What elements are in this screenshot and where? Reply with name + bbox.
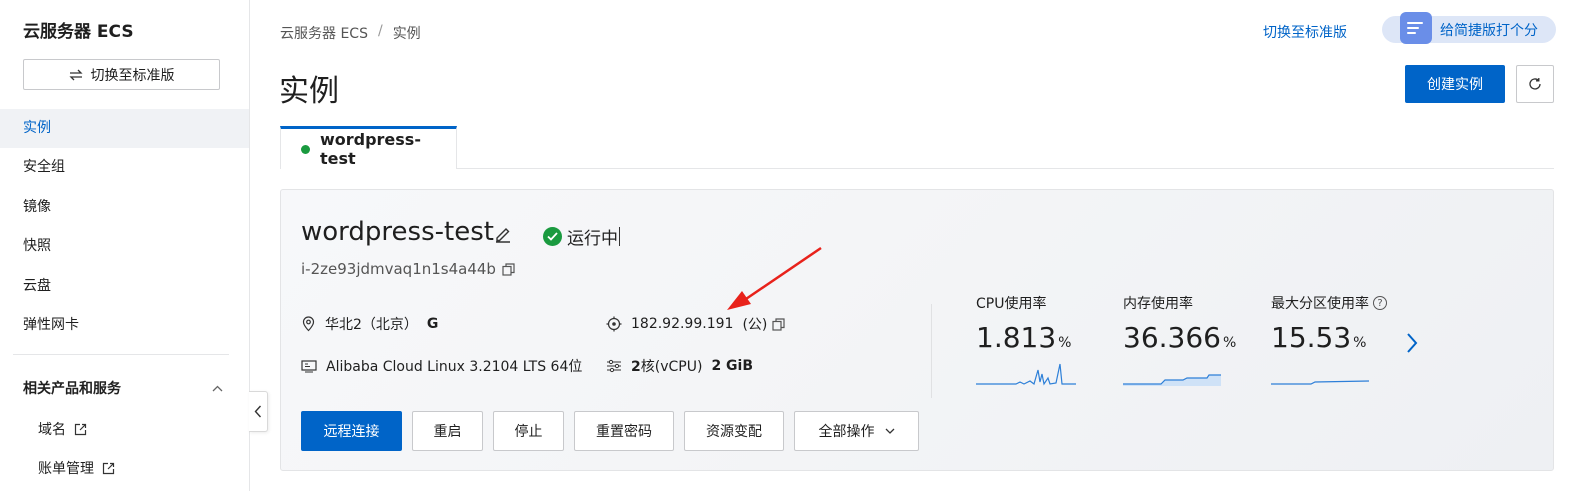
ip-text: 182.92.99.191 (631, 316, 734, 332)
restart-button[interactable]: 重启 (412, 411, 483, 451)
metric-disk-value: 15.53 (1271, 321, 1352, 354)
switch-standard-label: 切换至标准版 (90, 67, 175, 84)
edit-icon[interactable] (493, 224, 513, 244)
chevron-right-icon[interactable] (1405, 332, 1419, 354)
sidebar-link-domain-label: 域名 (38, 422, 66, 438)
zone-text: G (426, 316, 439, 332)
tab-baseline (456, 168, 1554, 169)
instance-name: wordpress-test (301, 217, 494, 247)
cpu-unit-text: 核(vCPU) (640, 359, 703, 375)
sidebar-link-billing-label: 账单管理 (38, 461, 94, 477)
sidebar-link-domain[interactable]: 域名 (38, 419, 87, 439)
metric-memory-unit: % (1222, 335, 1237, 351)
copy-icon[interactable] (772, 317, 785, 331)
metric-cpu-unit: % (1058, 335, 1072, 351)
spec-sliders-icon (607, 359, 621, 373)
page-title: 实例 (279, 74, 339, 109)
feedback-button[interactable]: 给简捷版打个分 (1382, 12, 1556, 44)
sidebar-item-security-groups[interactable]: 安全组 (0, 148, 249, 187)
sidebar-collapse-button[interactable] (249, 391, 268, 432)
status-text: 运行中 (567, 229, 618, 249)
sidebar-nav: 实例 安全组 镜像 快照 云盘 弹性网卡 (0, 109, 249, 345)
remote-connect-button[interactable]: 远程连接 (301, 411, 402, 451)
memory-sparkline (1123, 374, 1221, 386)
region-info: 华北2（北京） G (301, 314, 438, 334)
cpu-cores-value: 2 (631, 359, 641, 375)
breadcrumb-separator: / (377, 23, 383, 39)
metric-disk-label-row: 最大分区使用率 ? (1271, 293, 1387, 313)
sidebar-divider (13, 354, 229, 355)
instance-id: i-2ze93jdmvaq1n1s4a44b (301, 260, 515, 278)
sidebar-item-images[interactable]: 镜像 (0, 188, 249, 227)
all-operations-dropdown[interactable]: 全部操作 (794, 411, 919, 451)
create-instance-button[interactable]: 创建实例 (1405, 65, 1505, 103)
disk-sparkline (1271, 380, 1370, 385)
chevron-up-icon (212, 385, 223, 391)
sidebar-item-snapshots[interactable]: 快照 (0, 227, 249, 266)
metrics-divider (931, 304, 932, 398)
chevron-left-icon (254, 405, 262, 418)
image-os-icon (301, 360, 317, 373)
ip-type-text: (公) (742, 317, 768, 333)
memory-value: 2 GiB (711, 358, 754, 374)
external-link-icon (102, 462, 115, 474)
red-arrow-annotation (727, 246, 822, 310)
all-operations-label: 全部操作 (818, 424, 875, 440)
spec-info: 2核(vCPU) 2 GiB (606, 356, 753, 376)
location-pin-icon (302, 316, 315, 332)
cpu-sparkline (976, 363, 1076, 386)
breadcrumb: 云服务器 ECS / 实例 (280, 23, 421, 43)
feedback-label: 给简捷版打个分 (1440, 22, 1538, 39)
feedback-icon (1400, 12, 1432, 44)
sidebar-item-eni[interactable]: 弹性网卡 (0, 306, 249, 345)
help-icon[interactable]: ? (1373, 296, 1387, 310)
sidebar-item-disks[interactable]: 云盘 (0, 267, 249, 306)
breadcrumb-ecs[interactable]: 云服务器 ECS (280, 23, 368, 43)
check-circle-icon (543, 227, 562, 246)
breadcrumb-instances: 实例 (392, 26, 421, 42)
external-link-icon (74, 423, 87, 435)
stop-button[interactable]: 停止 (493, 411, 564, 451)
metric-disk-unit: % (1353, 335, 1367, 351)
switch-standard-button[interactable]: 切换至标准版 (23, 59, 220, 90)
metric-cpu-value: 1.813 (976, 321, 1057, 354)
metric-disk[interactable]: 最大分区使用率 ? 15.53% (1271, 293, 1387, 386)
ip-info: 182.92.99.191 (公) (606, 314, 785, 334)
metric-disk-value-row: 15.53% (1271, 321, 1387, 354)
reset-password-button[interactable]: 重置密码 (574, 411, 674, 451)
copy-icon[interactable] (502, 262, 515, 276)
refresh-button[interactable] (1516, 65, 1554, 103)
refresh-icon (1529, 78, 1541, 90)
metric-cpu[interactable]: CPU使用率 1.813% (976, 293, 1076, 386)
action-bar: 远程连接 重启 停止 重置密码 资源变配 全部操作 (301, 411, 919, 451)
related-products-group[interactable]: 相关产品和服务 (23, 378, 223, 398)
sidebar-item-instances[interactable]: 实例 (0, 109, 249, 149)
chevron-down-icon (885, 428, 894, 434)
metric-disk-label: 最大分区使用率 (1271, 296, 1369, 312)
metric-memory-value-row: 36.366% (1123, 321, 1236, 354)
metric-cpu-label: CPU使用率 (976, 296, 1047, 312)
resize-button[interactable]: 资源变配 (684, 411, 784, 451)
os-text: Alibaba Cloud Linux 3.2104 LTS 64位 (326, 359, 583, 375)
metric-memory-label: 内存使用率 (1123, 296, 1193, 312)
tab-wordpress-test[interactable]: wordpress-test (280, 126, 457, 169)
related-products-title: 相关产品和服务 (23, 381, 121, 397)
metric-memory[interactable]: 内存使用率 36.366% (1123, 293, 1236, 386)
sidebar: 云服务器 ECS 切换至标准版 实例 安全组 镜像 快照 云盘 弹性网卡 相关产… (0, 0, 250, 491)
region-text: 华北2（北京） (325, 317, 418, 333)
metric-cpu-value-row: 1.813% (976, 321, 1076, 354)
os-info: Alibaba Cloud Linux 3.2104 LTS 64位 (301, 356, 582, 376)
instance-card: wordpress-test 运行中 i-2ze93jdmvaq1n1s4a44… (280, 189, 1554, 471)
ip-target-icon (606, 316, 622, 332)
sidebar-title: 云服务器 ECS (23, 22, 134, 42)
sidebar-link-billing[interactable]: 账单管理 (38, 458, 115, 478)
tab-label: wordpress-test (319, 130, 421, 168)
status-badge: 运行中 (543, 224, 620, 249)
switch-standard-link[interactable]: 切换至标准版 (1263, 22, 1347, 42)
running-dot-icon (301, 144, 310, 154)
swap-icon (68, 69, 83, 80)
metric-memory-value: 36.366 (1123, 321, 1221, 354)
instance-id-text: i-2ze93jdmvaq1n1s4a44b (301, 260, 496, 278)
